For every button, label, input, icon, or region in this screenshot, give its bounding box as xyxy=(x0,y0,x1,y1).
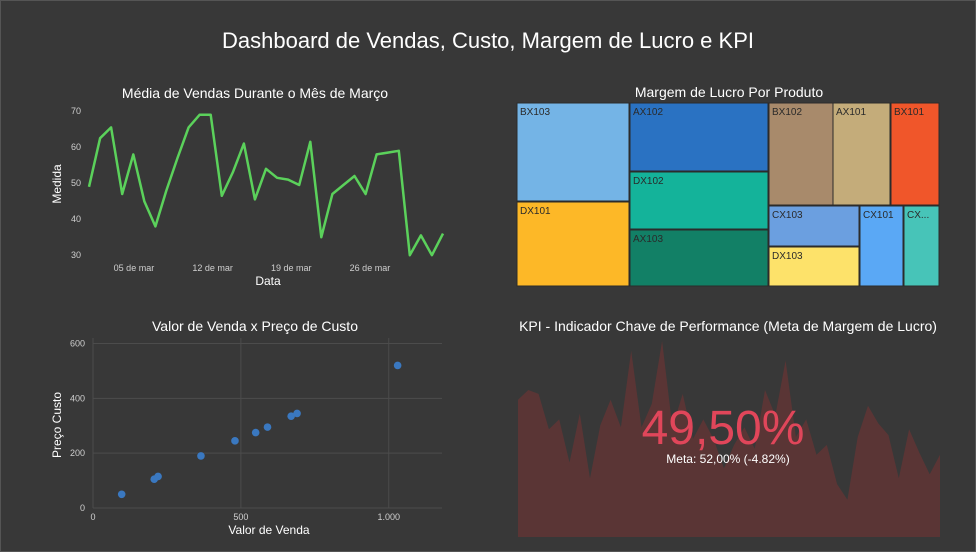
scatter-y-tick-label: 600 xyxy=(70,338,85,348)
treemap-cell[interactable]: AX102 xyxy=(629,102,769,172)
treemap-cell[interactable]: BX101 xyxy=(890,102,940,206)
treemap-label: BX103 xyxy=(520,107,550,118)
treemap-title: Margem de Lucro Por Produto xyxy=(635,84,824,100)
line-x-tick-label: 12 de mar xyxy=(192,263,233,273)
line-x-tick-label: 19 de mar xyxy=(271,263,312,273)
line-y-tick-label: 30 xyxy=(71,250,81,260)
line-chart-xlabel: Data xyxy=(255,274,281,288)
line-chart-ylabel: Medida xyxy=(50,164,64,204)
treemap-label: DX103 xyxy=(772,251,803,262)
line-chart: Média de Vendas Durante o Mês de Março D… xyxy=(50,85,445,288)
scatter-chart: Valor de Venda x Preço de Custo Valor de… xyxy=(50,318,442,537)
scatter-x-tick-label: 1.000 xyxy=(377,512,400,522)
treemap-label: BX102 xyxy=(772,107,802,118)
treemap-label: AX101 xyxy=(836,107,866,118)
scatter-x-tick-label: 500 xyxy=(233,512,248,522)
treemap-rect xyxy=(768,102,834,206)
dashboard-canvas: Dashboard de Vendas, Custo, Margem de Lu… xyxy=(50,28,940,537)
line-y-tick-label: 40 xyxy=(71,214,81,224)
treemap-label: DX101 xyxy=(520,206,551,217)
treemap-label: BX101 xyxy=(894,107,924,118)
treemap-label: AX102 xyxy=(633,107,663,118)
line-y-tick-label: 50 xyxy=(71,178,81,188)
treemap-cell[interactable]: DX103 xyxy=(768,246,860,287)
treemap-label: CX103 xyxy=(772,210,803,221)
kpi-title: KPI - Indicador Chave de Performance (Me… xyxy=(519,318,937,334)
line-x-tick-label: 26 de mar xyxy=(350,263,391,273)
treemap-label: CX101 xyxy=(863,210,894,221)
scatter-x-tick-label: 0 xyxy=(90,512,95,522)
scatter-y-tick-label: 200 xyxy=(70,448,85,458)
scatter-point[interactable] xyxy=(251,428,260,437)
line-x-tick-label: 05 de mar xyxy=(114,263,155,273)
scatter-point[interactable] xyxy=(154,472,162,481)
kpi-indicator: KPI - Indicador Chave de Performance (Me… xyxy=(518,318,940,537)
kpi-reference: Meta: 52,00% (-4.82%) xyxy=(666,452,789,466)
treemap-rect xyxy=(890,102,940,206)
treemap-cell[interactable]: CX101 xyxy=(859,205,904,287)
scatter-title: Valor de Venda x Preço de Custo xyxy=(152,318,358,334)
scatter-point[interactable] xyxy=(293,409,301,418)
kpi-value: 49,50% xyxy=(642,402,805,455)
treemap-cell[interactable]: DX102 xyxy=(629,171,769,230)
scatter-point[interactable] xyxy=(117,490,126,499)
treemap-label: AX103 xyxy=(633,234,663,245)
scatter-xlabel: Valor de Venda xyxy=(228,523,310,537)
line-chart-title: Média de Vendas Durante o Mês de Março xyxy=(122,85,388,101)
treemap-cell[interactable]: CX103 xyxy=(768,205,860,247)
treemap-label: CX... xyxy=(907,210,929,221)
treemap-cell[interactable]: AX103 xyxy=(629,229,769,287)
treemap-cell[interactable]: AX101 xyxy=(832,102,891,206)
treemap-cell[interactable]: BX103 xyxy=(516,102,630,202)
scatter-point[interactable] xyxy=(231,437,239,445)
dashboard-title: Dashboard de Vendas, Custo, Margem de Lu… xyxy=(222,28,754,53)
scatter-point[interactable] xyxy=(197,452,205,460)
treemap-label: DX102 xyxy=(633,176,664,187)
dashboard: Dashboard de Vendas, Custo, Margem de Lu… xyxy=(0,0,976,552)
scatter-y-tick-label: 400 xyxy=(70,393,85,403)
scatter-point[interactable] xyxy=(263,423,272,431)
line-y-tick-label: 70 xyxy=(71,106,81,116)
line-series xyxy=(87,113,445,257)
line-y-tick-label: 60 xyxy=(71,142,81,152)
scatter-ylabel: Preço Custo xyxy=(50,392,64,458)
treemap-cell[interactable]: BX102 xyxy=(768,102,834,206)
treemap-cell[interactable]: CX... xyxy=(903,205,940,287)
treemap-rect xyxy=(832,102,891,206)
scatter-point[interactable] xyxy=(393,361,402,370)
treemap-cell[interactable]: DX101 xyxy=(516,201,630,287)
treemap-chart: Margem de Lucro Por Produto BX103 DX101 AX… xyxy=(516,84,940,287)
scatter-y-tick-label: 0 xyxy=(80,503,85,513)
